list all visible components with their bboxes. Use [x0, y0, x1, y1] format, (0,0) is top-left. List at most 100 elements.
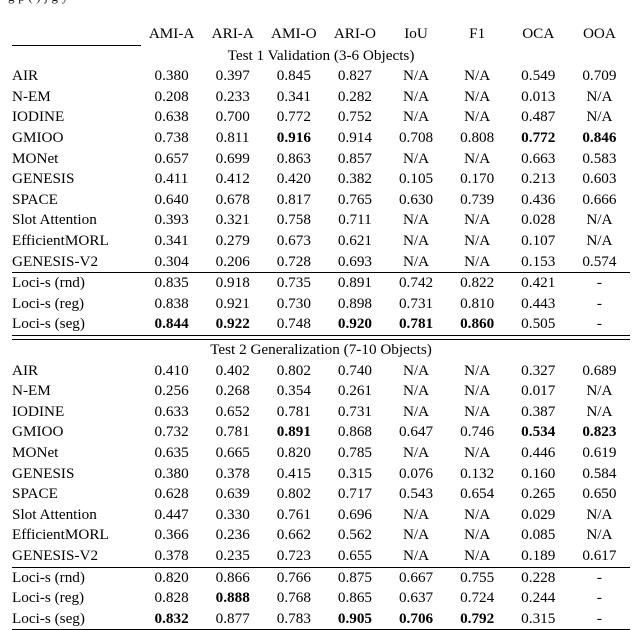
cell-iou: N/A — [402, 149, 430, 167]
column-header-ami-o: AMI-O — [271, 25, 317, 43]
row-label: IODINE — [12, 108, 65, 126]
cell-iou: N/A — [402, 505, 430, 523]
row-label: N-EM — [12, 382, 51, 400]
cell-iou: 0.647 — [398, 423, 434, 441]
cell-iou: 0.708 — [398, 128, 434, 146]
cell-iou: N/A — [402, 252, 430, 270]
cell-ari_a: 0.652 — [215, 402, 250, 420]
cell-ami_a: 0.657 — [154, 149, 189, 167]
cell-ari_o: 0.693 — [337, 252, 373, 270]
cell-ami_o: 0.820 — [276, 444, 311, 462]
cell-ooa: 0.846 — [582, 128, 617, 146]
cell-f1: N/A — [464, 444, 491, 462]
cell-oca: 0.443 — [521, 294, 556, 312]
cell-oca: 0.772 — [521, 128, 556, 146]
column-header-ooa: OOA — [582, 25, 616, 43]
section-title: Test 2 Generalization (7-10 Objects) — [210, 341, 432, 359]
cell-oca: 0.487 — [521, 108, 556, 126]
cell-ami_a: 0.447 — [154, 505, 189, 523]
cell-ari_a: 0.378 — [215, 464, 250, 482]
cell-ami_a: 0.341 — [154, 231, 189, 249]
row-label: MONet — [12, 149, 59, 167]
table-row: SPACE 0.628 0.639 0.802 0.717 0.543 0.654 0.265… — [12, 484, 630, 505]
cell-ami_a: 0.411 — [154, 170, 189, 188]
cell-ami_a: 0.380 — [154, 464, 189, 482]
cell-oca: 0.549 — [521, 67, 556, 85]
cell-ooa: - — [568, 608, 630, 630]
cell-oca: 0.029 — [521, 505, 556, 523]
cell-ami_o: 0.730 — [276, 294, 311, 312]
cell-ami_a: 0.838 — [154, 294, 189, 312]
cell-ari_o: 0.382 — [337, 170, 373, 188]
cell-ari_o: 0.875 — [324, 566, 386, 589]
cell-f1: N/A — [464, 382, 491, 400]
cell-ari_a: 0.330 — [215, 505, 250, 523]
row-label: EfficientMORL — [12, 231, 109, 249]
cell-oca: 0.085 — [521, 526, 556, 544]
cell-oca: 0.013 — [521, 87, 556, 105]
cell-ari_o: 0.717 — [337, 485, 373, 503]
results-table-container: AMI-A ARI-A AMI-O ARI-O IoU F1 OCA OOA T… — [12, 24, 630, 630]
table-row: GENESIS 0.380 0.378 0.415 0.315 0.076 0.132 0.1… — [12, 464, 630, 485]
cell-ari_a: 0.639 — [215, 485, 250, 503]
cell-f1: N/A — [464, 211, 491, 229]
cell-ami_a: 0.410 — [154, 361, 189, 379]
cell-ooa: N/A — [586, 231, 613, 249]
cell-ari_o: 0.731 — [337, 402, 373, 420]
cell-oca: 0.244 — [521, 589, 556, 607]
cell-ooa: 0.689 — [582, 361, 617, 379]
cell-ami_o: 0.802 — [276, 361, 311, 379]
cell-f1: 0.810 — [460, 294, 495, 312]
cell-f1: 0.755 — [446, 566, 508, 589]
cell-iou: 0.630 — [398, 190, 434, 208]
column-header-oca: OCA — [522, 25, 555, 43]
cell-ami_a: 0.208 — [154, 87, 189, 105]
cell-oca: 0.213 — [521, 170, 556, 188]
cell-ooa: - — [568, 566, 630, 589]
cell-ami_a: 0.732 — [154, 423, 189, 441]
cell-ari_a: 0.678 — [215, 190, 250, 208]
cell-ari_o: 0.711 — [338, 211, 372, 229]
cell-iou: 0.637 — [398, 589, 434, 607]
table-row: MONet 0.635 0.665 0.820 0.785 N/A N/A 0.446 0.61… — [12, 443, 630, 464]
column-header-ari-a: ARI-A — [211, 25, 254, 43]
row-label: Slot Attention — [12, 505, 97, 523]
table-row: N-EM 0.256 0.268 0.354 0.261 N/A N/A 0.017 N/A — [12, 381, 630, 402]
cell-oca: 0.534 — [521, 423, 556, 441]
cell-ami_o: 0.768 — [276, 589, 311, 607]
cell-iou: N/A — [402, 526, 430, 544]
cell-ari_o: 0.752 — [337, 108, 373, 126]
row-label: Loci-s (seg) — [12, 608, 142, 630]
table-row: Slot Attention 0.393 0.321 0.758 0.711 N/A N/A… — [12, 210, 630, 231]
cell-ami_a: 0.393 — [154, 211, 189, 229]
cell-iou: N/A — [402, 402, 430, 420]
cell-f1: N/A — [464, 505, 491, 523]
row-label: GMIOO — [12, 128, 64, 146]
cell-ari_a: 0.402 — [215, 361, 250, 379]
cell-ari_o: 0.857 — [337, 149, 373, 167]
table-row: Loci-s (seg) 0.844 0.922 0.748 0.920 0.781 0.8… — [12, 314, 630, 335]
cell-ooa: 0.650 — [582, 485, 617, 503]
table-row: GENESIS 0.411 0.412 0.420 0.382 0.105 0.170 0.2… — [12, 169, 630, 190]
cell-ari_o: 0.765 — [337, 190, 373, 208]
row-label: Loci-s (seg) — [12, 315, 85, 333]
cell-ooa: 0.603 — [582, 170, 617, 188]
cell-f1: N/A — [464, 526, 491, 544]
table-row: Loci-s (seg) 0.832 0.877 0.783 0.905 0.706 0.7… — [12, 608, 630, 630]
cell-ami_o: 0.341 — [276, 87, 311, 105]
cell-ami_o: 0.781 — [276, 402, 311, 420]
cell-iou: 0.706 — [385, 608, 447, 630]
table-row: IODINE 0.633 0.652 0.781 0.731 N/A N/A 0.387 N/A — [12, 402, 630, 423]
cell-iou: 0.543 — [398, 485, 434, 503]
cell-ari_o: 0.868 — [337, 423, 373, 441]
column-header-ari-o: ARI-O — [333, 25, 377, 43]
row-label: Loci-s (reg) — [12, 294, 85, 312]
cell-f1: 0.746 — [460, 423, 495, 441]
cell-ami_a: 0.366 — [154, 526, 189, 544]
column-header-f1: F1 — [469, 25, 486, 43]
table-row: Loci-s (rnd) 0.820 0.866 0.766 0.875 0.667 0.7… — [12, 566, 630, 589]
cell-ooa: - — [596, 589, 602, 607]
cell-ari_o: 0.261 — [337, 382, 373, 400]
row-label: Loci-s (rnd) — [12, 566, 142, 589]
cell-ami_o: 0.748 — [276, 315, 311, 333]
